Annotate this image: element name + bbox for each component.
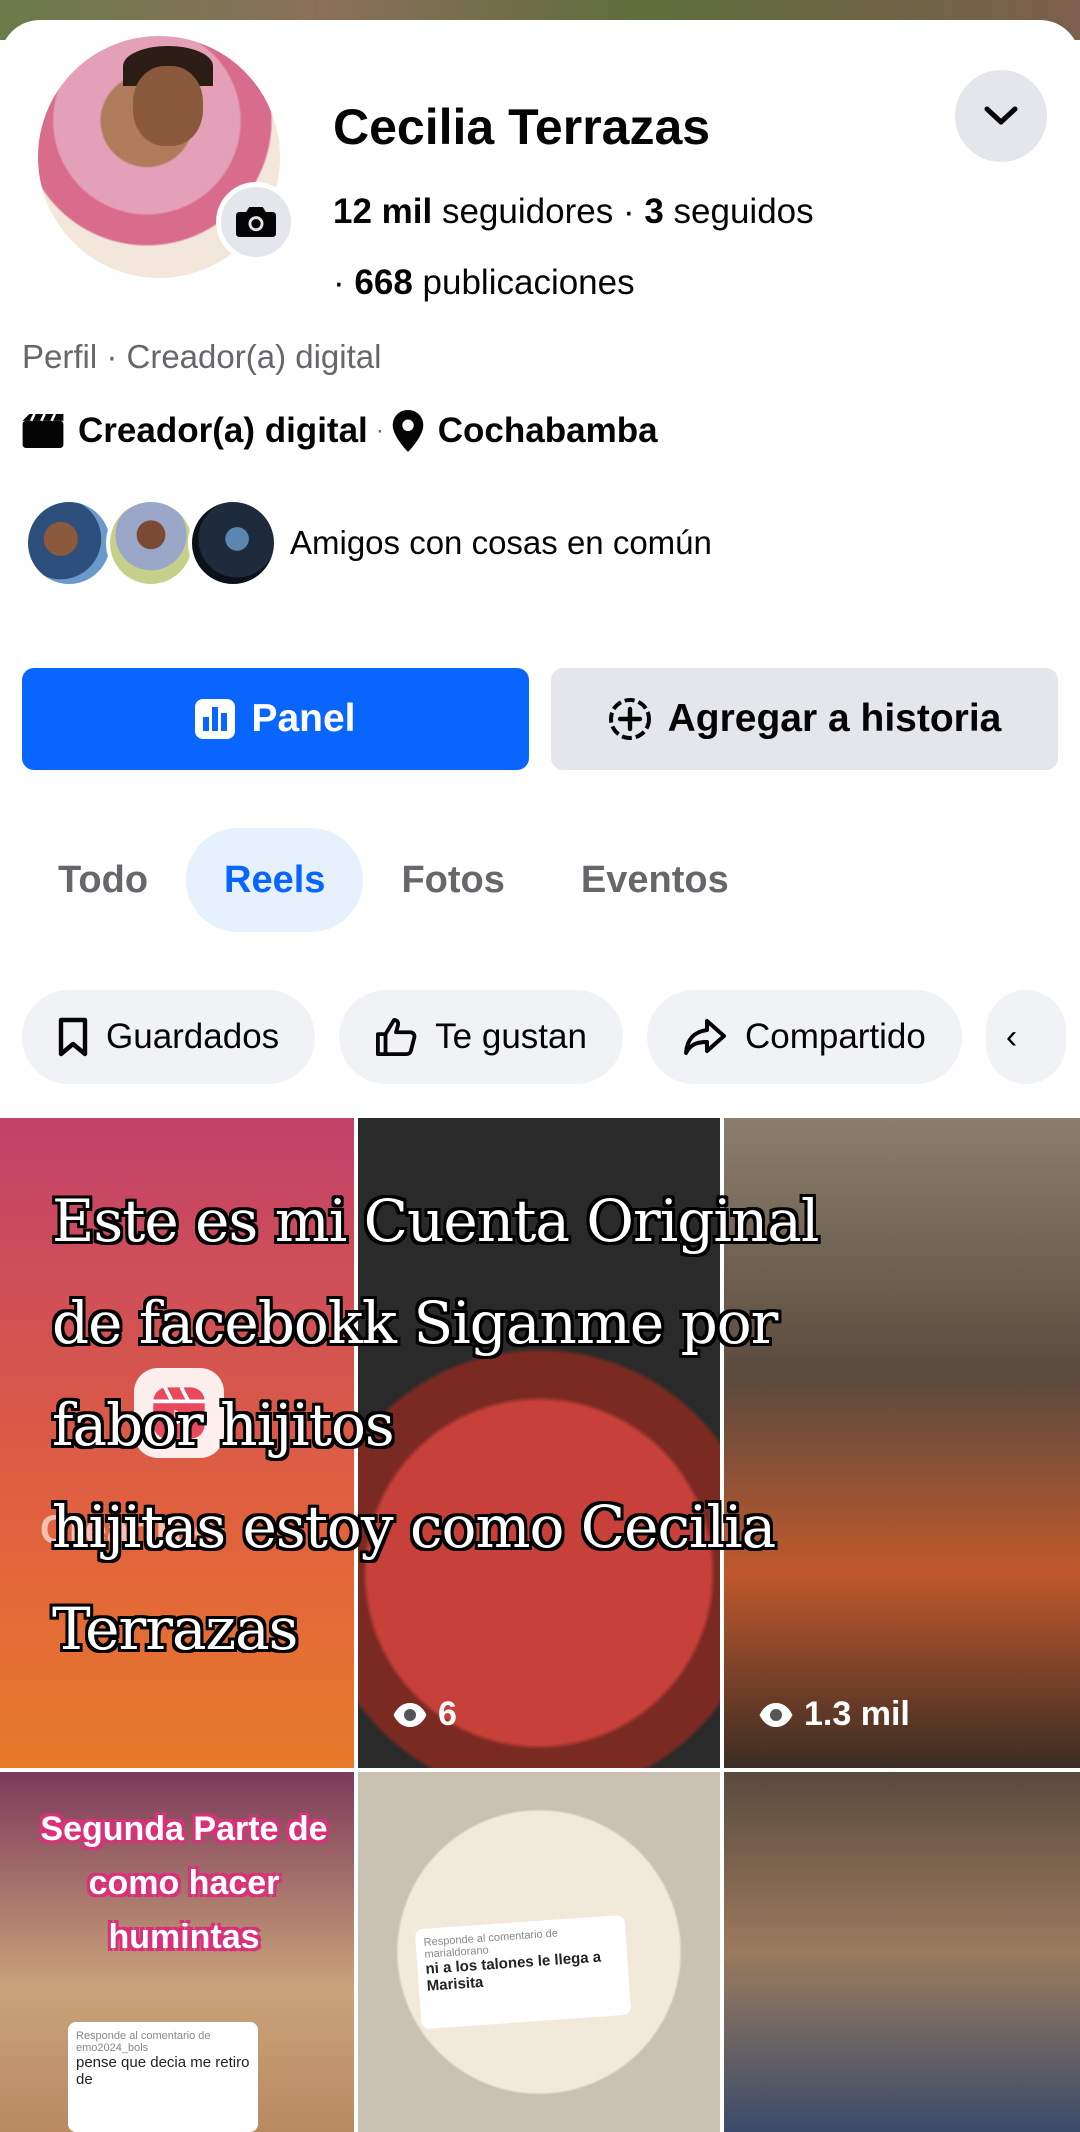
bookmark-icon [58, 1017, 88, 1057]
category-label: Creador(a) digital [78, 411, 368, 450]
location-label: Cochabamba [437, 411, 658, 450]
chip-more[interactable]: ‹ [985, 990, 1066, 1084]
friend-avatar[interactable] [188, 498, 278, 588]
add-circle-icon [608, 697, 652, 741]
add-story-label: Agregar a historia [667, 697, 1002, 740]
posts-stat: · 668 publicaciones [333, 263, 635, 303]
overlay-caption: Este es mi Cuenta Original de facebokk S… [52, 1170, 852, 1680]
overlay-line: Este es mi Cuenta Original [52, 1187, 819, 1255]
reels-filter-chips: Guardados Te gustan Compartido ‹ [22, 990, 1080, 1084]
panel-button[interactable]: Panel [22, 668, 529, 770]
chevron-left-icon: ‹ [1005, 1017, 1018, 1056]
view-count: 6 [392, 1695, 457, 1734]
change-photo-button[interactable] [216, 182, 296, 262]
chip-label: Compartido [744, 1017, 926, 1056]
share-icon [683, 1018, 727, 1056]
reel-caption: Segunda Parte de como hacer humintas [40, 1810, 328, 1956]
sticker-text: pense que decia me retiro de [76, 2054, 250, 2088]
chip-label: Guardados [106, 1017, 280, 1056]
chevron-down-icon [984, 106, 1018, 125]
follow-stats[interactable]: 12 mil seguidores · 3 seguidos [333, 192, 814, 232]
sticker-header: Responde al comentario de [76, 2030, 211, 2042]
reel-tile[interactable]: Responde al comentario de marialdorano n… [358, 1772, 720, 2132]
camera-icon [236, 207, 276, 237]
panel-label: Panel [251, 697, 356, 740]
followers-count: 12 mil [333, 192, 433, 231]
mutual-friends-row[interactable]: Amigos con cosas en común [24, 498, 712, 588]
dashboard-icon [195, 699, 236, 739]
avatar-face [133, 66, 203, 146]
reel-tile[interactable]: Segunda Parte de como hacer humintas Res… [0, 1772, 354, 2132]
separator-dot: · [375, 417, 384, 444]
overlay-line: hijitas estoy como Cecilia [52, 1493, 776, 1561]
video-clapper-icon [22, 414, 64, 448]
separator-dot: · [622, 192, 645, 231]
comment-reply-sticker: Responde al comentario de marialdorano n… [414, 1914, 632, 2030]
profile-tabs: Todo Reels Fotos Eventos [20, 828, 767, 932]
overlay-line: Terrazas [52, 1595, 298, 1663]
profile-menu-button[interactable] [955, 70, 1047, 162]
eye-icon [758, 1702, 794, 1727]
mutual-friends-text: Amigos con cosas en común [290, 524, 712, 561]
profile-details: Creador(a) digital · Cochabamba [22, 410, 658, 452]
reel-tile[interactable] [724, 1772, 1080, 2132]
chip-te-gustan[interactable]: Te gustan [339, 990, 623, 1084]
profile-name: Cecilia Terrazas [333, 99, 711, 155]
overlay-line: de facebokk Siganme por [52, 1289, 778, 1357]
following-count: 3 [644, 192, 664, 231]
thumbs-up-icon [375, 1017, 417, 1057]
sticker-user: emo2024_bols [76, 2042, 149, 2054]
eye-icon [392, 1702, 428, 1727]
tab-todo[interactable]: Todo [20, 828, 186, 932]
profile-subtitle: Perfil · Creador(a) digital [22, 338, 382, 375]
chip-guardados[interactable]: Guardados [22, 990, 316, 1084]
chip-compartido[interactable]: Compartido [646, 990, 962, 1084]
view-count: 1.3 mil [758, 1695, 910, 1734]
location-pin-icon [392, 410, 424, 452]
friend-avatar[interactable] [106, 498, 196, 588]
chip-label: Te gustan [435, 1017, 587, 1056]
view-count-value: 6 [438, 1695, 457, 1733]
posts-count: 668 [354, 263, 413, 302]
tab-fotos[interactable]: Fotos [363, 828, 542, 932]
separator-dot: · [333, 263, 355, 302]
friend-avatar[interactable] [24, 498, 114, 588]
posts-label: publicaciones [422, 263, 635, 302]
comment-reply-sticker: Responde al comentario de emo2024_bols p… [68, 2022, 258, 2132]
tab-eventos[interactable]: Eventos [543, 828, 767, 932]
view-count-value: 1.3 mil [804, 1695, 910, 1733]
overlay-line: fabor hijitos [52, 1391, 395, 1459]
following-label: seguidos [673, 192, 814, 231]
followers-label: seguidores [441, 192, 614, 231]
profile-card: Cecilia Terrazas 12 mil seguidores · 3 s… [0, 20, 1080, 2132]
add-story-button[interactable]: Agregar a historia [551, 668, 1058, 770]
tab-reels[interactable]: Reels [186, 828, 364, 932]
